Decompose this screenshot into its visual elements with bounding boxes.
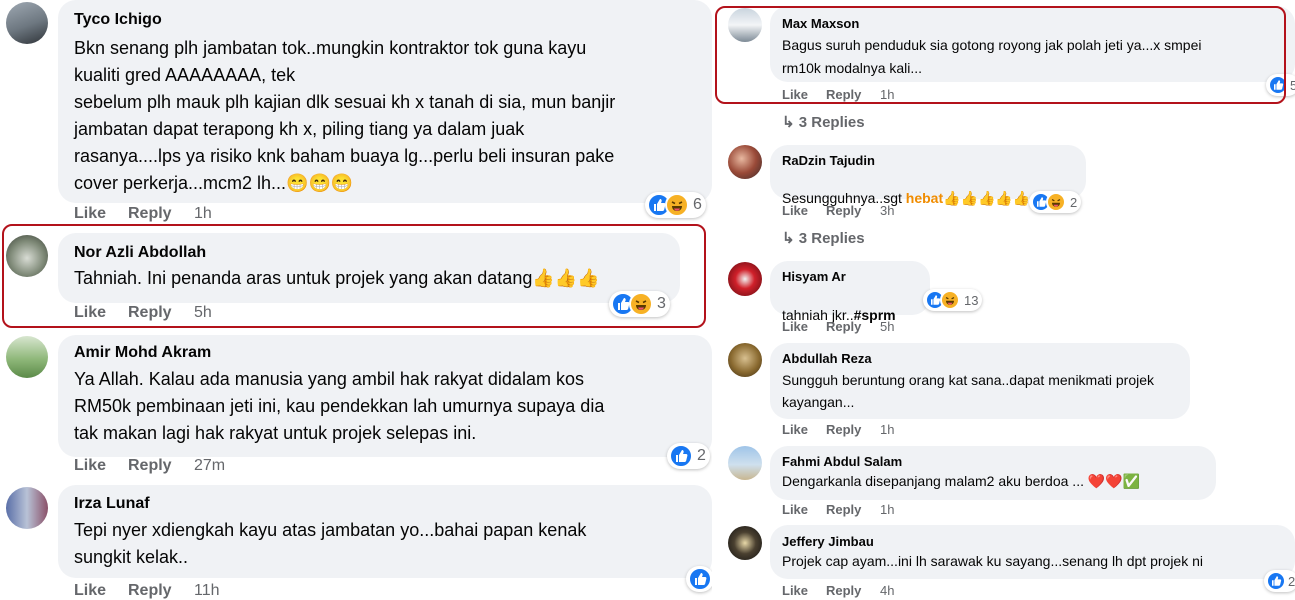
comment-author[interactable]: Irza Lunaf bbox=[74, 495, 150, 513]
haha-icon bbox=[665, 193, 689, 217]
comment-time[interactable]: 1h bbox=[880, 422, 894, 437]
like-icon bbox=[688, 567, 712, 591]
avatar[interactable] bbox=[6, 487, 48, 529]
reply-button[interactable]: Reply bbox=[826, 422, 861, 437]
like-icon bbox=[1266, 571, 1286, 591]
comment-irza-lunaf: Irza Lunaf Tepi nyer xdiengkah kayu atas… bbox=[0, 480, 714, 600]
like-icon bbox=[669, 444, 693, 468]
comment-text: Dengarkanla disepanjang malam2 aku berdo… bbox=[782, 473, 1141, 489]
reaction-count: 6 bbox=[693, 196, 702, 213]
view-replies-link[interactable]: ↳ 3 Replies bbox=[782, 113, 865, 131]
like-button[interactable]: Like bbox=[782, 422, 808, 437]
reply-button[interactable]: Reply bbox=[826, 203, 861, 218]
comment-text: Ya Allah. Kalau ada manusia yang ambil h… bbox=[74, 369, 605, 443]
avatar[interactable] bbox=[728, 262, 762, 296]
comment-time[interactable]: 11h bbox=[194, 582, 220, 600]
reply-button[interactable]: Reply bbox=[826, 319, 861, 334]
highlight-box bbox=[715, 6, 1286, 104]
reactions-summary[interactable]: 2 bbox=[667, 443, 710, 469]
view-replies-link[interactable]: ↳ 3 Replies bbox=[782, 229, 865, 247]
reactions-summary[interactable]: 6 bbox=[645, 192, 706, 218]
like-button[interactable]: Like bbox=[782, 502, 808, 517]
like-button[interactable]: Like bbox=[782, 583, 808, 598]
avatar[interactable] bbox=[728, 526, 762, 560]
reply-button[interactable]: Reply bbox=[128, 457, 172, 475]
like-button[interactable]: Like bbox=[74, 582, 106, 600]
reaction-count: 2 bbox=[697, 447, 706, 464]
comment-time[interactable]: 27m bbox=[194, 457, 225, 475]
avatar[interactable] bbox=[728, 343, 762, 377]
like-button[interactable]: Like bbox=[74, 457, 106, 475]
comment-hisyam-ar: Hisyam Ar tahniah jkr..#sprm 13 Like Rep… bbox=[720, 258, 1295, 338]
comment-amir-mohd-akram: Amir Mohd Akram Ya Allah. Kalau ada manu… bbox=[0, 330, 712, 480]
comment-author[interactable]: Abdullah Reza bbox=[782, 351, 872, 366]
comment-radzin-tajudin: RaDzin Tajudin Sesungguhnya..sgt hebat👍👍… bbox=[720, 140, 1295, 258]
comment-author[interactable]: Jeffery Jimbau bbox=[782, 534, 874, 549]
reactions-summary[interactable] bbox=[686, 566, 714, 592]
highlighted-word[interactable]: hebat bbox=[906, 190, 943, 206]
comment-text: Sungguh beruntung orang kat sana..dapat … bbox=[782, 372, 1155, 410]
avatar[interactable] bbox=[728, 145, 762, 179]
reply-button[interactable]: Reply bbox=[826, 583, 861, 598]
reaction-count: 13 bbox=[964, 292, 979, 308]
reactions-summary[interactable]: 13 bbox=[923, 289, 983, 311]
comment-time[interactable]: 1h bbox=[880, 502, 894, 517]
reactions-summary[interactable]: 2 bbox=[1264, 570, 1295, 592]
haha-icon bbox=[1046, 192, 1066, 212]
reaction-count: 2 bbox=[1288, 573, 1295, 589]
reply-button[interactable]: Reply bbox=[128, 205, 172, 223]
like-button[interactable]: Like bbox=[74, 205, 106, 223]
comment-time[interactable]: 4h bbox=[880, 583, 894, 598]
comment-text: Bkn senang plh jambatan tok..mungkin kon… bbox=[74, 38, 616, 193]
comment-time[interactable]: 3h bbox=[880, 203, 894, 218]
avatar[interactable] bbox=[6, 2, 48, 44]
comment-text: Tepi nyer xdiengkah kayu atas jambatan y… bbox=[74, 520, 587, 567]
avatar[interactable] bbox=[6, 336, 48, 378]
comment-author[interactable]: Hisyam Ar bbox=[782, 269, 846, 284]
reactions-summary[interactable]: 2 bbox=[1029, 191, 1082, 213]
comment-author[interactable]: RaDzin Tajudin bbox=[782, 153, 875, 168]
comment-max-maxson: Max Maxson Bagus suruh penduduk sia goto… bbox=[715, 0, 1295, 140]
comment-abdullah-reza: Abdullah Reza Sungguh beruntung orang ka… bbox=[720, 338, 1295, 442]
avatar[interactable] bbox=[728, 446, 762, 480]
comment-fahmi-abdul-salam: Fahmi Abdul Salam Dengarkanla disepanjan… bbox=[720, 442, 1295, 522]
reaction-count: 5 bbox=[1290, 77, 1295, 93]
haha-icon bbox=[940, 290, 960, 310]
comment-text: Sesungguhnya..sgt hebat👍👍👍👍👍 bbox=[782, 190, 1031, 206]
like-button[interactable]: Like bbox=[782, 203, 808, 218]
comment-jeffery-jimbau: Jeffery Jimbau Projek cap ayam...ini lh … bbox=[720, 522, 1295, 600]
highlight-box bbox=[2, 224, 706, 328]
comment-tyco-ichigo: Tyco Ichigo Bkn senang plh jambatan tok.… bbox=[0, 0, 712, 226]
comment-nor-azli-abdollah: Nor Azli Abdollah Tahniah. Ini penanda a… bbox=[0, 224, 712, 330]
left-comment-column: Tyco Ichigo Bkn senang plh jambatan tok.… bbox=[0, 0, 714, 600]
like-button[interactable]: Like bbox=[782, 319, 808, 334]
comment-author[interactable]: Amir Mohd Akram bbox=[74, 344, 211, 362]
comment-author[interactable]: Fahmi Abdul Salam bbox=[782, 454, 902, 469]
comment-text: Projek cap ayam...ini lh sarawak ku saya… bbox=[782, 553, 1204, 569]
reply-button[interactable]: Reply bbox=[128, 582, 172, 600]
reply-arrow-icon: ↳ bbox=[782, 230, 799, 247]
reply-button[interactable]: Reply bbox=[826, 502, 861, 517]
reaction-count: 2 bbox=[1070, 194, 1078, 210]
reply-arrow-icon: ↳ bbox=[782, 114, 799, 131]
comment-time[interactable]: 5h bbox=[880, 319, 894, 334]
comment-author[interactable]: Tyco Ichigo bbox=[74, 11, 162, 29]
comment-time[interactable]: 1h bbox=[194, 205, 212, 223]
right-comment-column: Max Maxson Bagus suruh penduduk sia goto… bbox=[715, 0, 1295, 600]
